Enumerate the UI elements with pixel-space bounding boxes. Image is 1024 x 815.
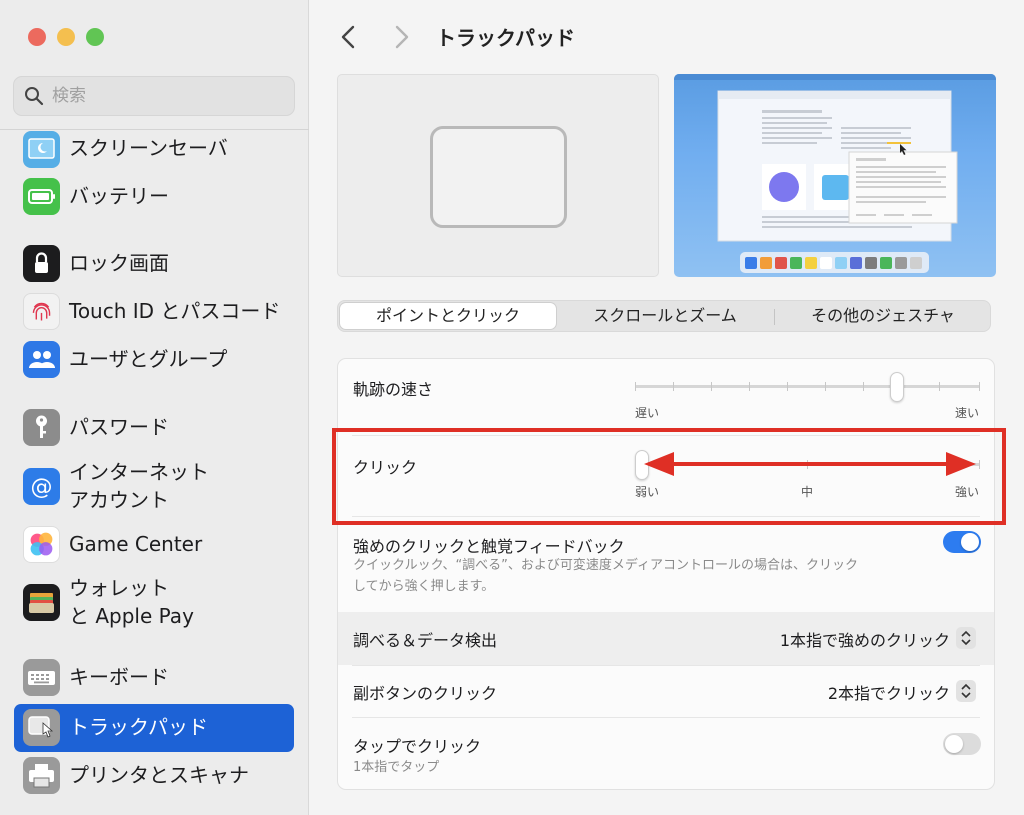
annotation-double-arrow-icon <box>644 452 976 476</box>
svg-text:@: @ <box>31 475 53 500</box>
sidebar-item-keyboard[interactable]: キーボード <box>14 658 294 698</box>
search-input[interactable] <box>52 83 282 109</box>
force-click-label: 強めのクリックと触覚フィードバック <box>353 537 625 556</box>
main-content: トラックパッド ポイントとクリック スクロールとズーム その他のジェスチャ 軌跡… <box>309 0 1024 815</box>
lookup-updown-icon[interactable] <box>956 627 976 649</box>
lock-icon <box>23 245 60 282</box>
users-icon <box>23 341 60 378</box>
game-center-icon <box>23 526 60 563</box>
tracking-speed-min-label: 遅い <box>635 406 660 420</box>
back-chevron-icon[interactable] <box>337 24 361 50</box>
tab-scroll-and-zoom[interactable]: スクロールとズーム <box>558 303 772 329</box>
secondary-click-label: 副ボタンのクリック <box>353 684 498 703</box>
tracking-speed-slider[interactable] <box>635 372 980 410</box>
sidebar-item-lock-screen[interactable]: ロック画面 <box>14 244 294 284</box>
fingerprint-icon <box>23 293 60 330</box>
search-icon <box>25 87 44 106</box>
desktop-illustration <box>674 74 996 273</box>
tap-to-click-label: タップでクリック <box>353 737 482 756</box>
sidebar-item-label-line2: アカウント <box>69 488 169 512</box>
sidebar-item-trackpad[interactable]: トラックパッド <box>14 704 294 752</box>
page-title: トラックパッド <box>436 26 575 50</box>
sidebar-item-label: ユーザとグループ <box>69 347 228 371</box>
at-sign-icon: @ <box>23 468 60 505</box>
sidebar-item-wallet[interactable]: ウォレット と Apple Pay <box>14 572 294 634</box>
sidebar-item-label-line2: と Apple Pay <box>69 604 194 628</box>
battery-icon <box>23 178 60 215</box>
sidebar: スクリーンセーバ バッテリー ロック画面 Touch ID とパスコード <box>0 0 309 815</box>
sidebar-item-label: プリンタとスキャナ <box>69 763 249 787</box>
sidebar-item-label: バッテリー <box>69 184 169 208</box>
tab-separator <box>774 309 775 325</box>
settings-window: スクリーンセーバ バッテリー ロック画面 Touch ID とパスコード <box>0 0 1024 815</box>
printer-icon <box>23 757 60 794</box>
close-window-button[interactable] <box>28 28 46 46</box>
sidebar-item-touch-id[interactable]: Touch ID とパスコード <box>14 292 294 332</box>
force-click-toggle[interactable] <box>943 531 981 553</box>
keyboard-icon <box>23 659 60 696</box>
tap-to-click-toggle[interactable] <box>943 733 981 755</box>
tab-point-and-click[interactable]: ポイントとクリック <box>340 303 556 329</box>
sidebar-item-label: パスワード <box>69 415 169 439</box>
gesture-video-preview <box>674 74 996 277</box>
lookup-popup[interactable]: 1本指で強めのクリック <box>780 627 950 651</box>
secondary-click-popup[interactable]: 2本指でクリック <box>828 680 950 704</box>
sidebar-item-battery[interactable]: バッテリー <box>14 177 294 217</box>
sidebar-item-label: Touch ID とパスコード <box>69 299 281 323</box>
sidebar-item-label: トラックパッド <box>69 715 208 739</box>
tracking-speed-knob[interactable] <box>890 372 904 402</box>
minimize-window-button[interactable] <box>57 28 75 46</box>
tab-more-gestures[interactable]: その他のジェスチャ <box>776 303 990 329</box>
secondary-click-updown-icon[interactable] <box>956 680 976 702</box>
sidebar-item-label: ウォレット <box>69 576 169 600</box>
settings-panel: 軌跡の速さ 遅い 速い クリック 弱い 中 強い 強めのクリックと触覚フィードバ… <box>337 358 995 790</box>
sidebar-item-passwords[interactable]: パスワード <box>14 408 294 448</box>
tab-bar: ポイントとクリック スクロールとズーム その他のジェスチャ <box>337 300 991 332</box>
wallet-icon <box>23 584 60 621</box>
sidebar-item-game-center[interactable]: Game Center <box>14 525 294 565</box>
sidebar-item-label: ロック画面 <box>69 251 169 275</box>
sidebar-item-screensaver[interactable]: スクリーンセーバ <box>14 129 294 168</box>
tap-to-click-description: 1本指でタップ <box>353 760 440 775</box>
key-icon <box>23 409 60 446</box>
tracking-speed-label: 軌跡の速さ <box>353 380 434 399</box>
sidebar-item-internet-accounts[interactable]: @ インターネット アカウント <box>14 456 294 518</box>
trackpad-illustration <box>430 126 567 228</box>
toggle-knob <box>961 533 979 551</box>
trackpad-icon <box>23 709 60 746</box>
force-click-description-line2: してから強く押します。 <box>353 579 495 594</box>
force-click-description: クイックルック、“調べる”、および可変速度メディアコントロールの場合は、クリック <box>353 558 859 573</box>
trackpad-preview <box>337 74 659 277</box>
sidebar-item-label: スクリーンセーバ <box>69 136 228 160</box>
sidebar-item-printers[interactable]: プリンタとスキャナ <box>14 756 294 796</box>
sidebar-item-label: キーボード <box>69 665 169 689</box>
sidebar-item-label: インターネット <box>69 460 209 484</box>
zoom-window-button[interactable] <box>86 28 104 46</box>
lookup-label: 調べる＆データ検出 <box>353 631 498 650</box>
screensaver-icon <box>23 131 60 168</box>
forward-chevron-icon[interactable] <box>389 24 413 50</box>
tracking-speed-max-label: 速い <box>955 406 980 420</box>
sidebar-item-label: Game Center <box>69 532 203 556</box>
sidebar-item-users-groups[interactable]: ユーザとグループ <box>14 340 294 380</box>
search-field[interactable] <box>13 76 295 116</box>
toggle-knob <box>945 735 963 753</box>
